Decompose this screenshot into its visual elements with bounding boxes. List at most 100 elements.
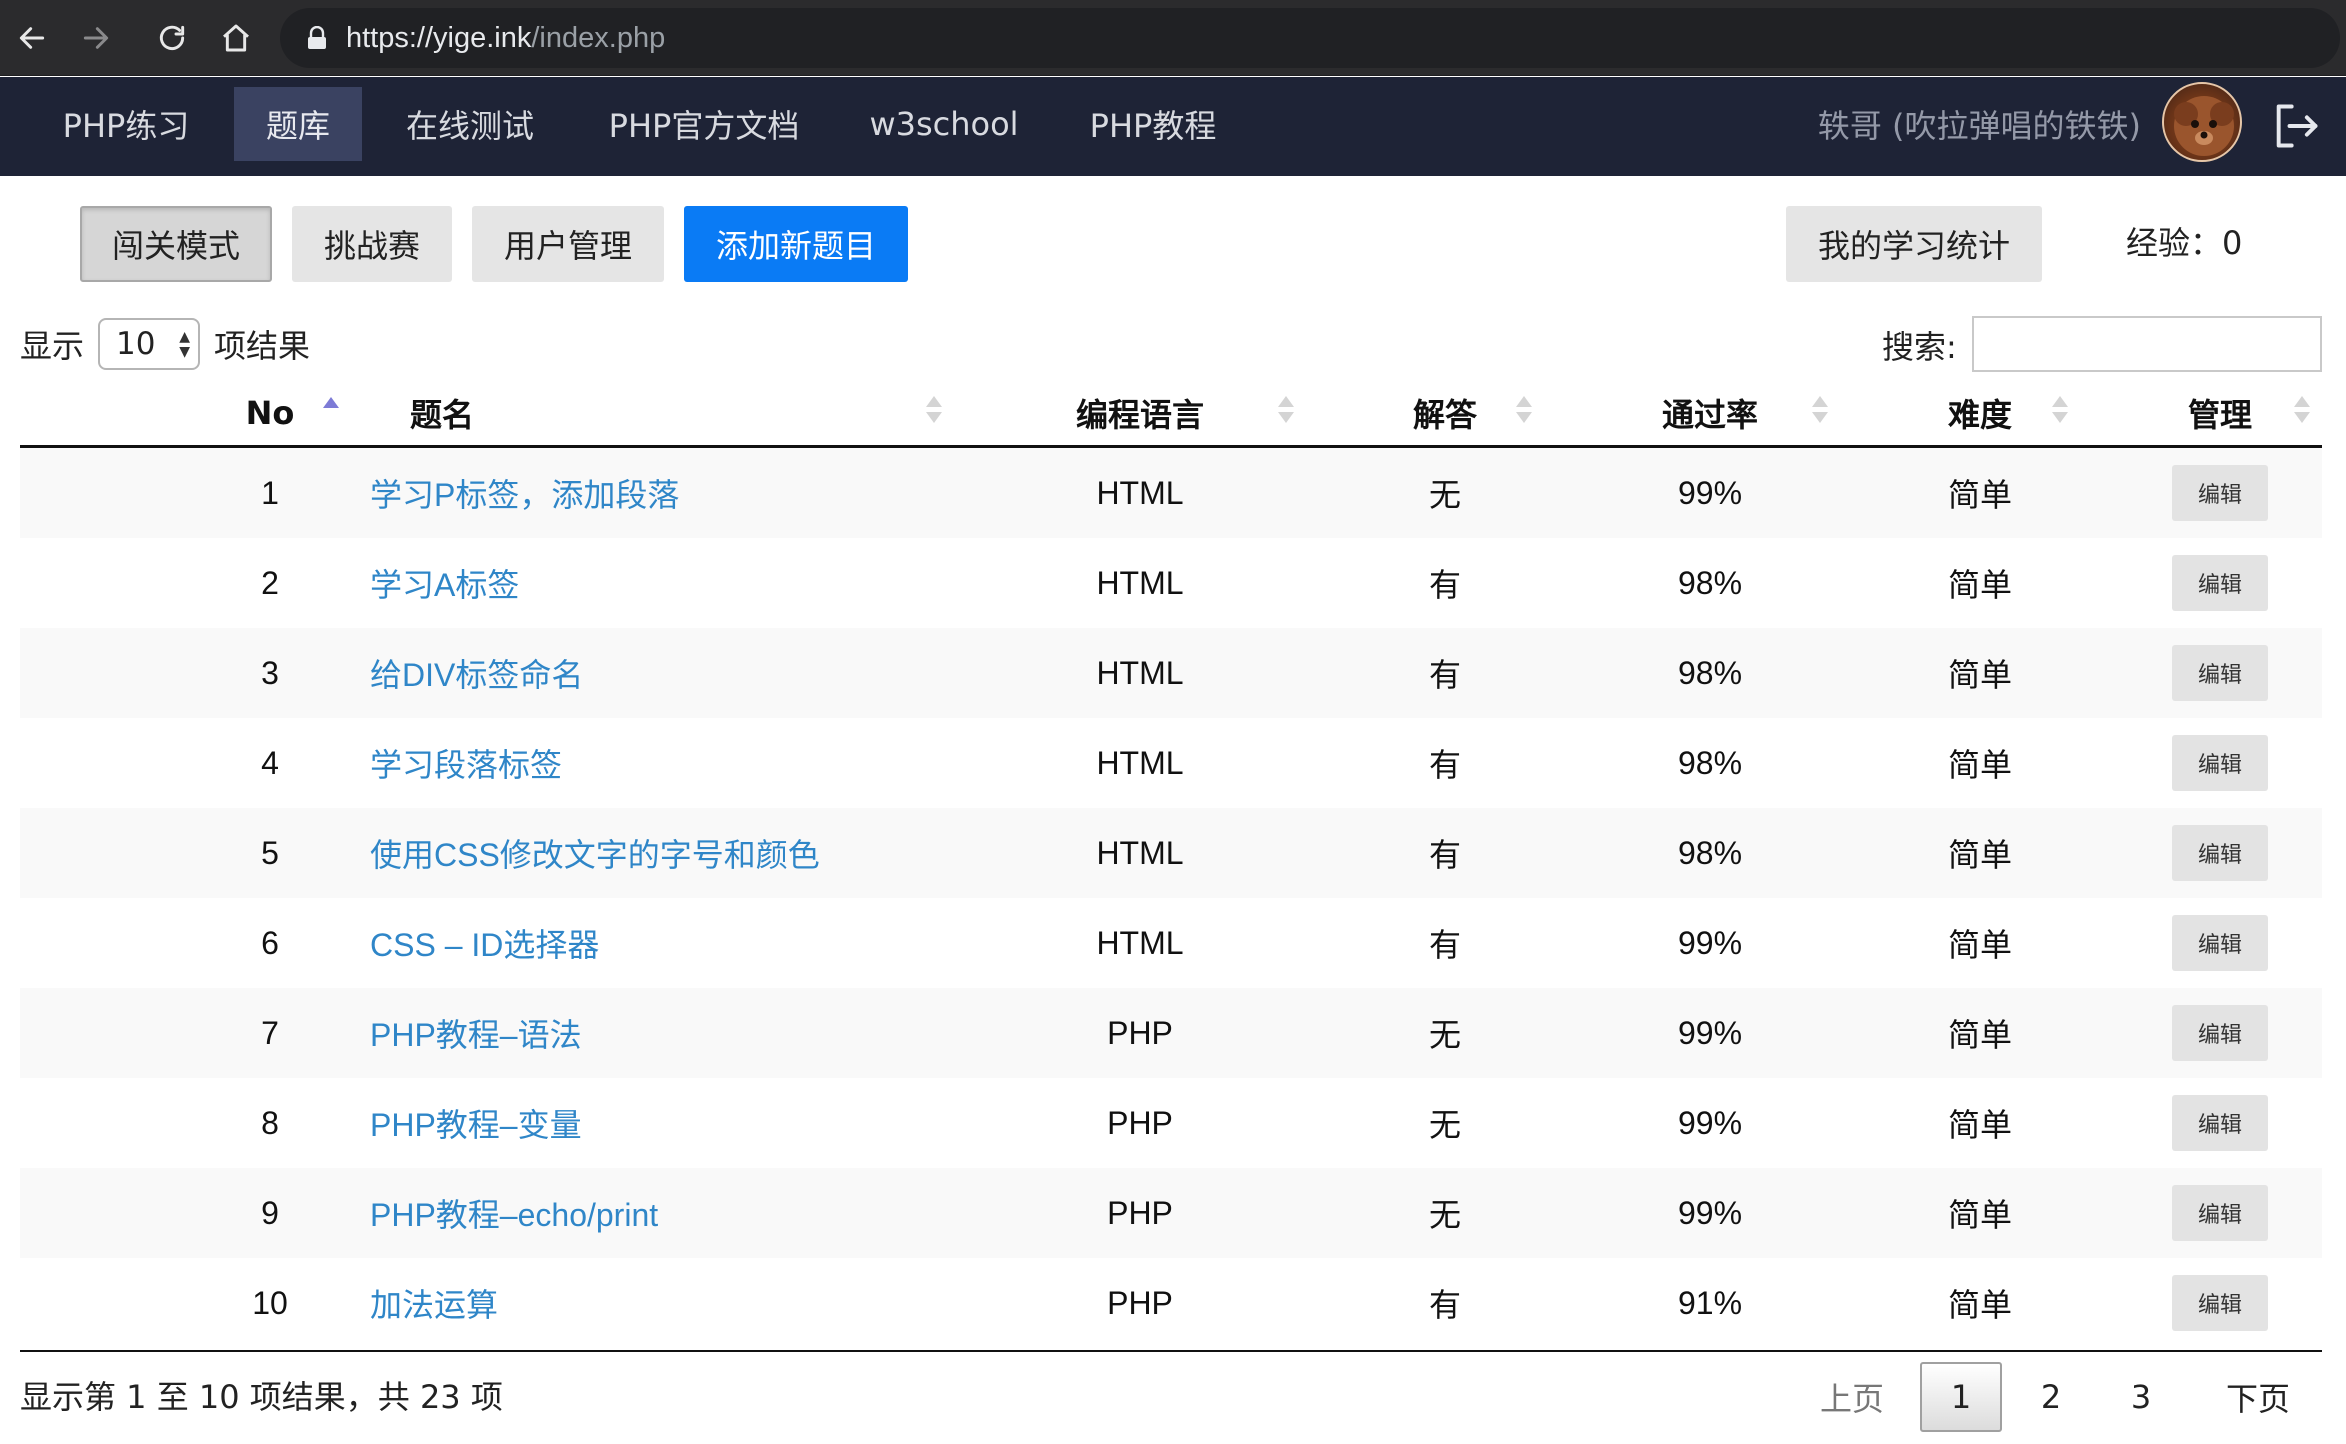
select-arrows-icon: ▲ ▼ [179,329,191,360]
edit-button[interactable]: 编辑 [2172,1095,2268,1151]
edit-button[interactable]: 编辑 [2172,825,2268,881]
cell-no: 1 [261,474,279,511]
question-title-link[interactable]: 学习P标签，添加段落 [370,448,1030,538]
pagination-page-2[interactable]: 2 [2010,1362,2092,1432]
cell-pass-rate: 98% [1677,834,1743,871]
question-title-link[interactable]: PHP教程–变量 [370,1078,1030,1168]
levels-mode-button[interactable]: 闯关模式 [80,206,272,282]
sort-icon [2052,396,2068,430]
question-title-link[interactable]: 加法运算 [370,1258,1030,1348]
questions-table: No 题名 编程语言 解答 通过率 难度 管理 1 学习P标签，添加段落 HTM… [20,378,2322,1348]
cell-pass-rate: 98% [1677,744,1743,781]
user-management-button[interactable]: 用户管理 [472,206,664,282]
cell-no: 7 [261,1014,279,1051]
show-label: 显示 [20,327,85,365]
logout-icon[interactable] [2270,100,2322,152]
search-label: 搜索: [1882,328,1957,366]
sort-icon [926,396,942,430]
cell-manage: 编辑 [2100,898,2340,988]
edit-button[interactable]: 编辑 [2172,735,2268,791]
user-name[interactable]: 轶哥 (吹拉弹唱的铁铁) [1818,87,2141,161]
cell-no: 3 [261,654,279,691]
cell-difficulty: 简单 [1947,567,2012,603]
table-bottom-border [20,1350,2322,1352]
avatar[interactable] [2162,82,2242,162]
nav-item-php-tutorial[interactable]: PHP教程 [1070,87,1236,161]
cell-answer: 无 [1428,477,1461,513]
cell-manage: 编辑 [2100,628,2340,718]
edit-button[interactable]: 编辑 [2172,465,2268,521]
cell-no: 6 [261,924,279,961]
cell-language: HTML [1096,744,1184,781]
edit-button[interactable]: 编辑 [2172,1185,2268,1241]
table-row: 10 加法运算 PHP 有 91% 简单 编辑 [20,1258,2322,1348]
sort-icon [1812,396,1828,430]
pagination-page-3[interactable]: 3 [2100,1362,2182,1432]
pagination-page-1[interactable]: 1 [1920,1362,2002,1432]
experience-label: 经验： [2126,224,2223,262]
nav-brand-php-practice[interactable]: PHP练习 [38,87,214,161]
cell-pass-rate: 99% [1677,1104,1743,1141]
cell-language: HTML [1096,474,1184,511]
cell-no: 5 [261,834,279,871]
add-question-button[interactable]: 添加新题目 [684,206,908,282]
cell-difficulty: 简单 [1947,837,2012,873]
address-bar[interactable]: https://yige.ink/index.php [280,8,2340,68]
edit-button[interactable]: 编辑 [2172,915,2268,971]
header-language[interactable]: 编程语言 [1020,378,1260,448]
cell-pass-rate: 91% [1677,1284,1743,1321]
header-pass-rate[interactable]: 通过率 [1580,378,1840,448]
edit-button[interactable]: 编辑 [2172,1005,2268,1061]
question-title-link[interactable]: 使用CSS修改文字的字号和颜色 [370,808,1030,898]
question-title-link[interactable]: CSS – ID选择器 [370,898,1030,988]
edit-button[interactable]: 编辑 [2172,555,2268,611]
home-icon[interactable] [212,14,260,62]
question-title-link[interactable]: 给DIV标签命名 [370,628,1030,718]
table-row: 6 CSS – ID选择器 HTML 有 99% 简单 编辑 [20,898,2322,988]
page-length-select[interactable]: 10 ▲ ▼ [98,318,201,370]
nav-item-w3school[interactable]: w3school [858,87,1030,161]
cell-no: 4 [261,744,279,781]
my-stats-button[interactable]: 我的学习统计 [1786,206,2042,282]
nav-item-online-test[interactable]: 在线测试 [384,87,556,161]
cell-answer: 有 [1428,927,1461,963]
cell-answer: 有 [1428,747,1461,783]
forward-arrow-icon[interactable] [72,14,120,62]
cell-language: PHP [1107,1284,1173,1321]
table-header: No 题名 编程语言 解答 通过率 难度 管理 [20,378,2322,448]
pagination-next[interactable]: 下页 [2210,1362,2306,1432]
cell-pass-rate: 98% [1677,654,1743,691]
edit-button[interactable]: 编辑 [2172,1275,2268,1331]
cell-pass-rate: 99% [1677,1014,1743,1051]
cell-pass-rate: 98% [1677,564,1743,601]
sort-icon [1278,396,1294,430]
cell-language: PHP [1107,1194,1173,1231]
nav-item-php-docs[interactable]: PHP官方文档 [586,87,822,161]
cell-difficulty: 简单 [1947,927,2012,963]
pagination-prev[interactable]: 上页 [1812,1362,1892,1432]
cell-language: PHP [1107,1104,1173,1141]
search-input[interactable] [1972,316,2322,372]
header-no[interactable]: No [200,378,340,448]
question-title-link[interactable]: PHP教程–echo/print [370,1168,1030,1258]
back-arrow-icon[interactable] [8,14,56,62]
cell-manage: 编辑 [2100,448,2340,538]
cell-difficulty: 简单 [1947,1017,2012,1053]
question-title-link[interactable]: 学习段落标签 [370,718,1030,808]
reload-icon[interactable] [148,14,196,62]
question-title-link[interactable]: 学习A标签 [370,538,1030,628]
cell-pass-rate: 99% [1677,474,1743,511]
sort-icon [1516,396,1532,430]
question-title-link[interactable]: PHP教程–语法 [370,988,1030,1078]
cell-language: PHP [1107,1014,1173,1051]
header-title[interactable]: 题名 [382,378,502,448]
nav-item-question-bank[interactable]: 题库 [234,87,362,161]
challenge-button[interactable]: 挑战赛 [292,206,452,282]
results-label: 项结果 [214,327,311,365]
cell-manage: 编辑 [2100,1168,2340,1258]
cell-difficulty: 简单 [1947,1287,2012,1323]
edit-button[interactable]: 编辑 [2172,645,2268,701]
table-row: 4 学习段落标签 HTML 有 98% 简单 编辑 [20,718,2322,808]
table-info: 显示第 1 至 10 项结果，共 23 项 [20,1378,503,1416]
sort-asc-icon [323,397,339,431]
